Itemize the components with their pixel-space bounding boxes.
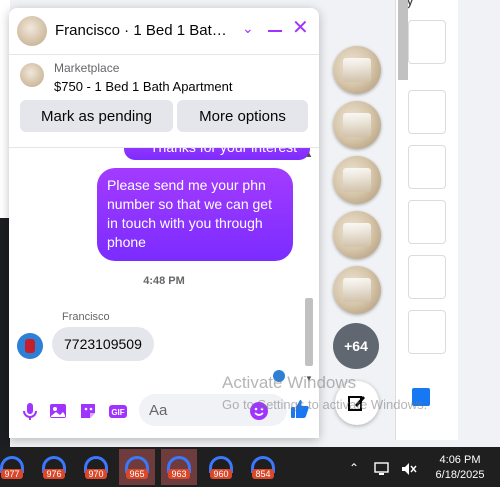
- notification-badge: 960: [210, 469, 232, 479]
- background-row: [408, 255, 446, 299]
- background-scrollbar[interactable]: [398, 0, 408, 80]
- chat-head[interactable]: [333, 211, 381, 259]
- taskbar-app[interactable]: 854: [245, 449, 281, 485]
- taskbar-app[interactable]: 960: [203, 449, 239, 485]
- chat-head[interactable]: [333, 156, 381, 204]
- incoming-message[interactable]: 7723109509: [52, 327, 154, 361]
- marketplace-panel: Marketplace $750 - 1 Bed 1 Bath Apartmen…: [9, 55, 319, 148]
- activation-watermark-subtitle: Go to Settings to activate Windows.: [222, 397, 428, 412]
- taskbar-app-active[interactable]: 963: [161, 449, 197, 485]
- chat-head-photo: [343, 223, 371, 247]
- minimize-icon[interactable]: [268, 30, 282, 32]
- chat-title[interactable]: Francisco · 1 Bed 1 Bath Ap...: [55, 22, 235, 39]
- background-row: [408, 310, 446, 354]
- chat-head[interactable]: [333, 46, 381, 94]
- network-icon[interactable]: [374, 461, 392, 477]
- taskbar-app[interactable]: 976: [36, 449, 72, 485]
- more-chats-button[interactable]: +64: [333, 323, 379, 369]
- scroll-up-arrow[interactable]: ▲: [305, 150, 313, 159]
- clock-time: 4:06 PM: [439, 454, 481, 466]
- chat-head[interactable]: [333, 101, 381, 149]
- chevron-down-icon[interactable]: ⌄: [242, 20, 254, 37]
- close-icon[interactable]: ✕: [292, 18, 309, 38]
- chat-header[interactable]: Francisco · 1 Bed 1 Bath Ap... ⌄ ✕: [9, 8, 319, 55]
- clock-date: 6/18/2025: [435, 469, 485, 481]
- notification-badge: 976: [43, 469, 65, 479]
- chat-head-photo: [343, 168, 371, 192]
- message-timestamp: 4:48 PM: [143, 275, 185, 287]
- outgoing-message[interactable]: Thanks for your interest: [124, 148, 310, 160]
- taskbar-app[interactable]: 977: [0, 449, 30, 485]
- notification-badge: 854: [252, 469, 274, 479]
- message-composer: GIF: [9, 388, 319, 438]
- message-list[interactable]: Thanks for your interest Please send me …: [9, 148, 319, 384]
- outgoing-message[interactable]: Please send me your phn number so that w…: [97, 168, 293, 261]
- sender-name: Francisco: [62, 311, 110, 323]
- sticker-icon[interactable]: [77, 400, 99, 422]
- more-options-button[interactable]: More options: [177, 100, 308, 132]
- marketplace-label: Marketplace: [54, 61, 120, 75]
- avatar-figure: [25, 339, 35, 353]
- show-hidden-icons-icon[interactable]: ⌃: [349, 461, 359, 475]
- notification-badge: 963: [168, 469, 190, 479]
- notification-badge: 965: [126, 469, 148, 479]
- background-row: [408, 90, 446, 134]
- chat-head-photo: [343, 278, 371, 302]
- message-text: Thanks for your interest: [150, 148, 297, 157]
- svg-text:GIF: GIF: [111, 408, 124, 417]
- volume-muted-icon[interactable]: [400, 461, 418, 477]
- background-row: [408, 145, 446, 189]
- mark-as-pending-button[interactable]: Mark as pending: [20, 100, 173, 132]
- activation-watermark-title: Activate Windows: [222, 373, 357, 392]
- gif-icon[interactable]: GIF: [107, 400, 129, 422]
- message-scrollbar-thumb[interactable]: [305, 298, 313, 366]
- listing-thumbnail[interactable]: [20, 63, 44, 87]
- microphone-icon[interactable]: [19, 400, 41, 422]
- background-row: [408, 20, 446, 64]
- chat-head-photo: [343, 113, 371, 137]
- taskbar-app[interactable]: 970: [78, 449, 114, 485]
- chat-head-photo: [343, 58, 371, 82]
- contact-avatar[interactable]: [17, 16, 47, 46]
- system-clock[interactable]: 4:06 PM 6/18/2025: [428, 453, 492, 483]
- chat-head[interactable]: [333, 266, 381, 314]
- sender-avatar[interactable]: [17, 333, 43, 359]
- listing-title[interactable]: $750 - 1 Bed 1 Bath Apartment: [54, 79, 233, 94]
- image-icon[interactable]: [47, 400, 69, 422]
- background-row: [408, 200, 446, 244]
- notification-badge: 977: [1, 469, 23, 479]
- taskbar-app-active[interactable]: 965: [119, 449, 155, 485]
- more-chats-count: +64: [344, 338, 368, 354]
- notification-badge: 970: [85, 469, 107, 479]
